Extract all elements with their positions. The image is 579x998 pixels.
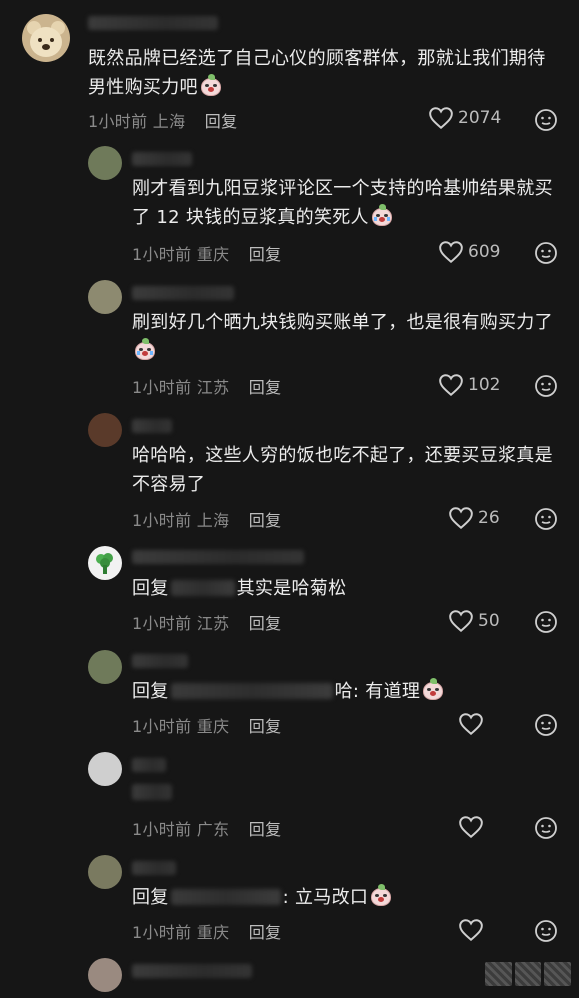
reply-button[interactable]: 回复 [249, 614, 282, 633]
reply-button[interactable]: 回复 [249, 717, 282, 736]
teddy-bear-avatar-icon [22, 14, 70, 62]
emoji-reaction-icon[interactable] [534, 374, 558, 398]
comment-meta: 1小时前 江苏 回复 [132, 614, 282, 633]
avatar[interactable] [88, 855, 122, 889]
username-blurred[interactable] [132, 964, 252, 978]
like-count: 609 [468, 242, 501, 262]
like-count: 26 [478, 508, 500, 528]
crying-laugh-emoji-icon [134, 338, 156, 361]
comment-text-blurred [132, 784, 172, 800]
emoji-reaction-icon[interactable] [534, 919, 558, 943]
broccoli-icon [96, 553, 113, 574]
heart-icon [449, 610, 473, 633]
avatar[interactable] [22, 14, 70, 62]
emoji-reaction-icon[interactable] [534, 108, 558, 132]
avatar[interactable] [88, 752, 122, 786]
like-count: 2074 [458, 108, 502, 128]
reply-button[interactable]: 回复 [249, 511, 282, 530]
like-count: 50 [478, 611, 500, 631]
username-blurred[interactable] [88, 16, 218, 30]
comment-meta: 1小时前 上海 回复 [88, 108, 237, 132]
location: 上海 [152, 112, 186, 131]
avatar[interactable] [88, 650, 122, 684]
like-button[interactable]: 2074 [428, 106, 501, 130]
like-button[interactable]: 50 [448, 609, 500, 633]
like-button[interactable]: 26 [448, 506, 500, 530]
reply-prefix: 回复 [132, 681, 169, 702]
sticker-emoji-icon [200, 74, 222, 97]
comment-meta: 1小时前 重庆 回复 [132, 923, 282, 942]
like-button[interactable]: 102 [438, 373, 500, 397]
comment-text: 刷到好几个晒九块钱购买账单了，也是很有购买力了 [132, 308, 562, 366]
comment-meta: 1小时前 上海 回复 [132, 511, 282, 530]
like-button[interactable]: 609 [438, 240, 500, 264]
reply-prefix: 回复 [132, 887, 169, 908]
avatar[interactable] [88, 413, 122, 447]
comment-text: 回复 其实是哈菊松 [132, 578, 347, 599]
sticker-emoji-icon [422, 678, 444, 701]
like-button[interactable] [458, 815, 488, 839]
emoji-reaction-icon[interactable] [534, 610, 558, 634]
username-blurred[interactable] [132, 152, 192, 166]
like-button[interactable] [458, 712, 488, 736]
username-blurred[interactable] [132, 419, 172, 433]
watermark [485, 962, 572, 986]
comment-text: 既然品牌已经选了自己心仪的顾客群体，那就让我们期待男性购买力吧 [88, 48, 546, 98]
heart-icon [429, 107, 453, 130]
comment-meta: 1小时前 广东 回复 [132, 820, 282, 839]
avatar[interactable] [88, 280, 122, 314]
reply-button[interactable]: 回复 [205, 112, 238, 131]
reply-button[interactable]: 回复 [249, 245, 282, 264]
mention-blurred[interactable] [170, 889, 281, 905]
username-blurred[interactable] [132, 654, 188, 668]
sticker-emoji-icon [370, 884, 392, 907]
mention-blurred[interactable] [170, 683, 333, 699]
comment-text: 回复: 立马改口 [132, 883, 562, 912]
like-count: 102 [468, 375, 501, 395]
like-button[interactable] [458, 918, 488, 942]
username-blurred[interactable] [132, 758, 166, 772]
timestamp: 1小时前 [88, 112, 148, 131]
comment-meta: 1小时前 江苏 回复 [132, 378, 282, 397]
username-blurred[interactable] [132, 550, 304, 564]
heart-icon [449, 507, 473, 530]
emoji-reaction-icon[interactable] [534, 241, 558, 265]
emoji-reaction-icon[interactable] [534, 713, 558, 737]
heart-icon [439, 374, 463, 397]
reply-button[interactable]: 回复 [249, 820, 282, 839]
crying-laugh-emoji-icon [371, 204, 393, 227]
comment-meta: 1小时前 重庆 回复 [132, 717, 282, 736]
emoji-reaction-icon[interactable] [534, 816, 558, 840]
comment-text: 回复 哈: 有道理 [132, 677, 562, 706]
comment-text: 哈哈哈，这些人穷的饭也吃不起了，还要买豆浆真是不容易了 [132, 445, 553, 495]
reply-button[interactable]: 回复 [249, 923, 282, 942]
username-blurred[interactable] [132, 861, 176, 875]
comment-meta: 1小时前 重庆 回复 [132, 245, 282, 264]
reply-prefix: 回复 [132, 578, 169, 599]
emoji-reaction-icon[interactable] [534, 507, 558, 531]
username-blurred[interactable] [132, 286, 234, 300]
heart-icon [459, 713, 483, 736]
heart-icon [439, 241, 463, 264]
reply-button[interactable]: 回复 [249, 378, 282, 397]
heart-icon [459, 919, 483, 942]
comment-text: 刚才看到九阳豆浆评论区一个支持的哈基帅结果就买了 12 块钱的豆浆真的笑死人 [132, 178, 553, 228]
mention-blurred[interactable] [170, 580, 235, 596]
avatar[interactable] [88, 546, 122, 580]
heart-icon [459, 816, 483, 839]
avatar[interactable] [88, 958, 122, 992]
avatar[interactable] [88, 146, 122, 180]
